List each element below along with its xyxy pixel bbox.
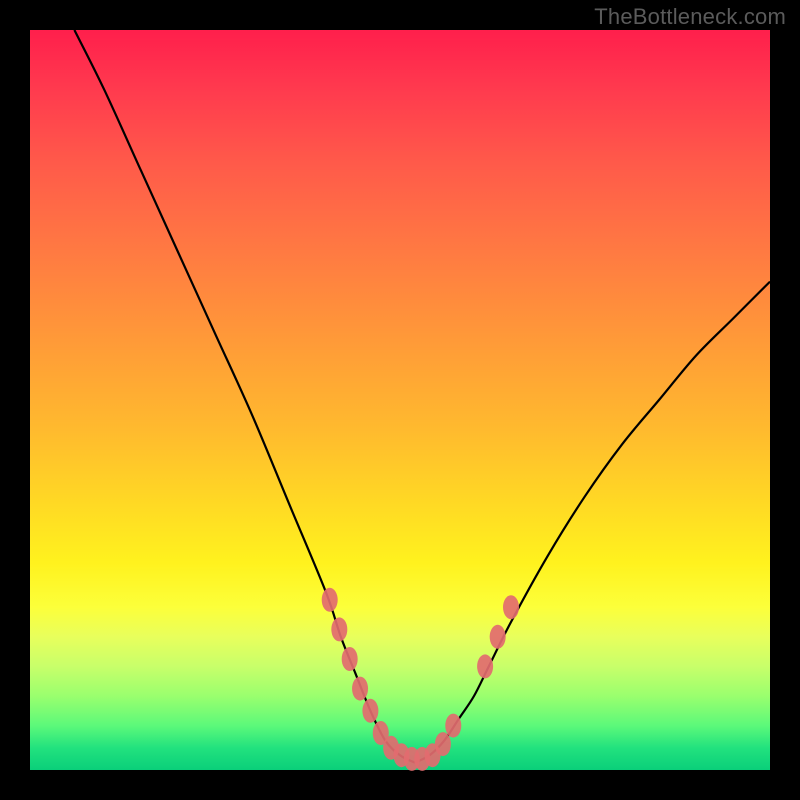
curve-marker [503,595,519,619]
curve-marker [322,588,338,612]
curve-marker [477,654,493,678]
curve-left-branch [74,30,414,763]
curve-layer [30,30,770,770]
curve-marker [362,699,378,723]
attribution-watermark: TheBottleneck.com [594,4,786,30]
curve-markers [322,588,519,771]
curve-marker [490,625,506,649]
curve-marker [342,647,358,671]
plot-area [30,30,770,770]
curve-right-branch [415,282,770,763]
chart-frame: TheBottleneck.com [0,0,800,800]
curve-marker [435,732,451,756]
curve-marker [352,677,368,701]
curve-marker [331,617,347,641]
curve-marker [445,714,461,738]
